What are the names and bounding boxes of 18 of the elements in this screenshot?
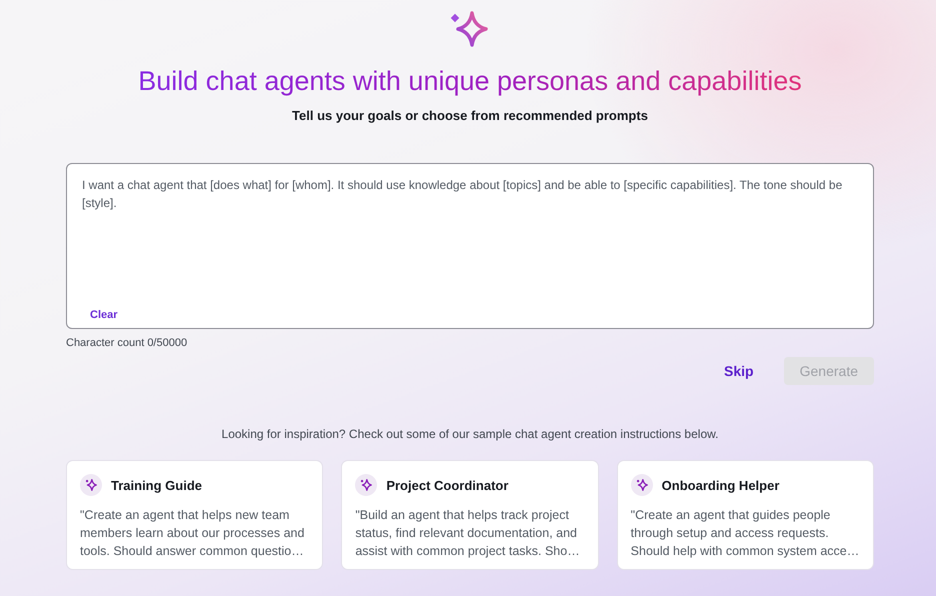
sample-card[interactable]: Training Guide "Create an agent that helps new team members learn about our processes and tools. Should answer common questio… bbox=[66, 460, 324, 570]
card-title: Onboarding Helper bbox=[662, 478, 780, 492]
card-title: Project Coordinator bbox=[386, 478, 508, 492]
clear-link[interactable]: Clear bbox=[90, 309, 118, 321]
card-description: "Create an agent that guides people through setup and access requests. Should help with common system acce… bbox=[630, 507, 860, 560]
sparkle-icon bbox=[630, 474, 653, 496]
sample-card[interactable]: Onboarding Helper "Create an agent that guides people through setup and access requests. Should help with common system acce… bbox=[616, 460, 874, 570]
card-title: Training Guide bbox=[111, 478, 202, 492]
page-subtitle: Tell us your goals or choose from recommended prompts bbox=[292, 108, 648, 123]
inspiration-text: Looking for inspiration? Check out some of our sample chat agent creation instructions below. bbox=[222, 427, 718, 441]
sparkle-icon bbox=[450, 9, 490, 49]
card-description: "Create an agent that helps new team members learn about our processes and tools. Should answer common questio… bbox=[80, 507, 306, 560]
card-description: "Build an agent that helps track project status, find relevant documentation, and assist with common project tasks. Sho… bbox=[355, 507, 581, 560]
sample-card[interactable]: Project Coordinator "Build an agent that helps track project status, find relevant documentation, and assist with common project tasks. Sho… bbox=[341, 460, 599, 570]
character-count: Character count 0/50000 bbox=[66, 337, 188, 349]
skip-button[interactable]: Skip bbox=[716, 357, 762, 385]
sparkle-icon bbox=[80, 474, 102, 496]
sparkle-icon bbox=[355, 474, 378, 496]
